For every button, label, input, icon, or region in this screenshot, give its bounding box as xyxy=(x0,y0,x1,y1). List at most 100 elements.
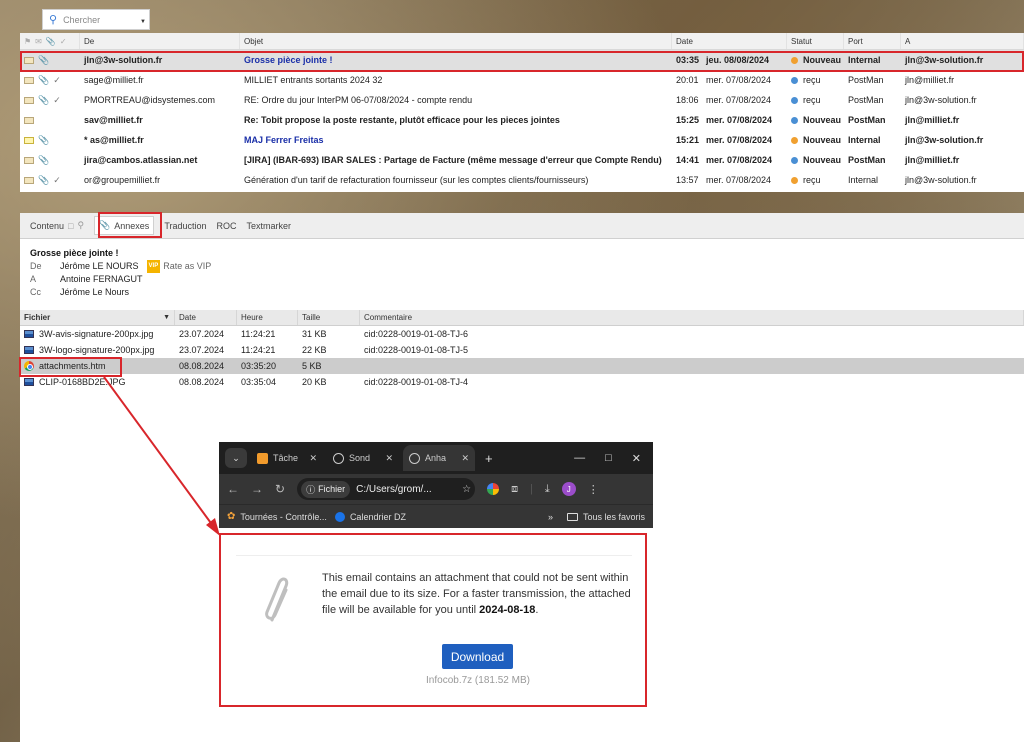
attachment-comment: cid:0228-0019-01-08-TJ-5 xyxy=(364,345,469,355)
row-icons: 📎 ✓ xyxy=(20,70,80,90)
tab-search-button[interactable]: ⌄ xyxy=(225,448,247,468)
column-to[interactable]: A xyxy=(901,33,1024,49)
status-text: Nouveau xyxy=(803,155,842,165)
app-icon xyxy=(257,452,268,464)
envelope-icon: ✉ xyxy=(35,36,42,46)
forward-icon[interactable]: → xyxy=(251,482,263,496)
window-controls: — □ ✕ xyxy=(574,452,647,465)
minimize-icon[interactable]: — xyxy=(574,452,585,465)
tab-label: ROC xyxy=(216,220,237,231)
download-icon[interactable]: ⤓ xyxy=(545,483,550,496)
attachments-table: Fichier ▼ Date Heure Taille Commentaire 3… xyxy=(20,310,1024,390)
envelope-icon xyxy=(24,176,34,184)
message-to[interactable]: Antoine FERNAGUT xyxy=(60,274,143,284)
leaf-icon: ✿ xyxy=(227,511,236,522)
tab-textmarker[interactable]: Textmarker xyxy=(247,221,292,231)
globe-icon xyxy=(333,452,344,464)
message-from[interactable]: Jérôme LE NOURS xyxy=(60,261,139,271)
attachment-size: 5 KB xyxy=(302,361,322,371)
column-port[interactable]: Port xyxy=(844,33,901,49)
mail-to: jln@3w-solution.fr xyxy=(905,95,977,105)
mail-port: PostMan xyxy=(848,75,884,85)
all-bookmarks-label: Tous les favoris xyxy=(582,511,645,522)
vip-badge: VIP xyxy=(146,260,161,274)
close-window-icon[interactable]: ✕ xyxy=(632,452,641,465)
status-text: reçu xyxy=(803,95,821,105)
chevron-down-icon[interactable]: ▼ xyxy=(140,19,146,25)
profile-avatar[interactable]: J xyxy=(561,482,576,496)
bookmark-item[interactable]: Calendrier DZ xyxy=(334,511,406,522)
attachment-row[interactable]: CLIP-0168BD2E.JPG 08.08.2024 03:35:04 20… xyxy=(20,374,1024,390)
close-icon[interactable]: ✕ xyxy=(309,453,317,464)
mail-row[interactable]: sav@milliet.fr Re: Tobit propose la post… xyxy=(20,110,1024,130)
address-bar[interactable]: ⓘ Fichier C:/Users/grom/... ☆ xyxy=(297,478,476,500)
column-from[interactable]: De xyxy=(80,33,240,49)
browser-tab-title: Sond xyxy=(349,453,371,463)
column-file-label: Fichier xyxy=(24,313,51,322)
message-cc[interactable]: Jérôme Le Nours xyxy=(60,287,129,297)
browser-tab[interactable]: Tâche ✕ xyxy=(251,445,323,471)
mail-date: 20:01 mer. 07/08/2024 xyxy=(672,70,787,90)
column-date[interactable]: Date xyxy=(672,33,787,49)
mail-port: Internal xyxy=(848,175,879,185)
puzzle-icon[interactable]: ⧈ xyxy=(511,483,518,496)
paperclip-icon: 📎 xyxy=(38,154,50,165)
star-icon[interactable]: ☆ xyxy=(462,484,471,495)
all-bookmarks[interactable]: Tous les favoris xyxy=(566,511,645,522)
tab-traduction[interactable]: Traduction xyxy=(164,221,206,231)
globe-icon xyxy=(409,452,420,464)
mail-row[interactable]: 📎 ✓ or@groupemilliet.fr Génération d'un t… xyxy=(20,170,1024,190)
check-icon: ✓ xyxy=(53,174,61,185)
menu-icon[interactable]: ⋮ xyxy=(588,483,599,496)
mail-row[interactable]: 📎 jln@3w-solution.fr Grosse pièce jointe… xyxy=(20,50,1024,70)
mail-date: 03:35 jeu. 08/08/2024 xyxy=(672,50,787,70)
column-subject[interactable]: Objet xyxy=(240,33,672,49)
new-tab-icon[interactable]: + xyxy=(485,451,493,466)
column-comment[interactable]: Commentaire xyxy=(360,310,1024,325)
mail-subject: MILLIET entrants sortants 2024 32 xyxy=(244,75,383,85)
close-icon[interactable]: ✕ xyxy=(385,453,393,464)
mail-row[interactable]: 📎 * as@milliet.fr MAJ Ferrer Freitas 15:… xyxy=(20,130,1024,150)
attachment-highlight xyxy=(19,357,122,377)
more-bookmarks-icon[interactable]: » xyxy=(548,512,553,522)
mail-row[interactable]: 📎 ✓ PMORTREAU@idsystemes.com RE: Ordre du… xyxy=(20,90,1024,110)
column-time[interactable]: Heure xyxy=(237,310,298,325)
mail-time: 15:21 xyxy=(676,135,700,145)
browser-tab-active[interactable]: Anha ✕ xyxy=(403,445,475,471)
search-input[interactable]: ⚲ Chercher ▼ xyxy=(42,9,150,30)
attachment-row[interactable]: attachments.htm 08.08.2024 03:35:20 5 KB xyxy=(20,358,1024,374)
back-icon[interactable]: ← xyxy=(227,482,239,496)
column-file[interactable]: Fichier ▼ xyxy=(20,310,175,325)
column-date[interactable]: Date xyxy=(175,310,237,325)
attachment-row[interactable]: 3W-logo-signature-200px.jpg 23.07.2024 1… xyxy=(20,342,1024,358)
status-icon xyxy=(791,96,798,104)
mail-subject: Génération d'un tarif de refacturation f… xyxy=(244,175,589,185)
site-info-chip[interactable]: ⓘ Fichier xyxy=(301,480,351,498)
mail-port: PostMan xyxy=(848,155,886,165)
browser-tab[interactable]: Sond ✕ xyxy=(327,445,399,471)
attachment-time: 11:24:21 xyxy=(241,329,276,339)
mail-row[interactable]: 📎 jira@cambos.atlassian.net [JIRA] (IBAR… xyxy=(20,150,1024,170)
attachment-row[interactable]: 3W-avis-signature-200px.jpg 23.07.2024 1… xyxy=(20,326,1024,342)
rate-vip-link[interactable]: Rate as VIP xyxy=(163,261,211,271)
tab-contenu[interactable]: Contenu □ ⚲ xyxy=(30,220,84,231)
mail-from: * as@milliet.fr xyxy=(84,135,144,145)
close-icon[interactable]: ✕ xyxy=(461,453,469,464)
maximize-icon[interactable]: □ xyxy=(605,452,612,465)
attachment-date: 08.08.2024 xyxy=(179,361,225,371)
mail-status: Nouveau xyxy=(787,110,844,130)
mail-day: mer. 07/08/2024 xyxy=(706,115,773,125)
tab-roc[interactable]: ROC xyxy=(217,221,237,231)
browser-tab-title: Anha xyxy=(425,453,447,463)
column-size[interactable]: Taille xyxy=(298,310,360,325)
mail-to: jln@3w-solution.fr xyxy=(905,55,984,65)
bookmark-label: Tournées - Contrôle... xyxy=(240,511,327,522)
status-icon xyxy=(791,76,798,84)
column-status[interactable]: Statut xyxy=(787,33,844,49)
header-icons[interactable]: ⚑ ✉ 📎 ✓ xyxy=(20,33,80,49)
reload-icon[interactable]: ↻ xyxy=(275,482,285,496)
mail-date: 13:57 mer. 07/08/2024 xyxy=(672,170,787,190)
extension-icon[interactable] xyxy=(487,483,500,495)
bookmark-item[interactable]: ✿ Tournées - Contrôle... xyxy=(227,511,327,522)
mail-row[interactable]: 📎 ✓ sage@milliet.fr MILLIET entrants sort… xyxy=(20,70,1024,90)
